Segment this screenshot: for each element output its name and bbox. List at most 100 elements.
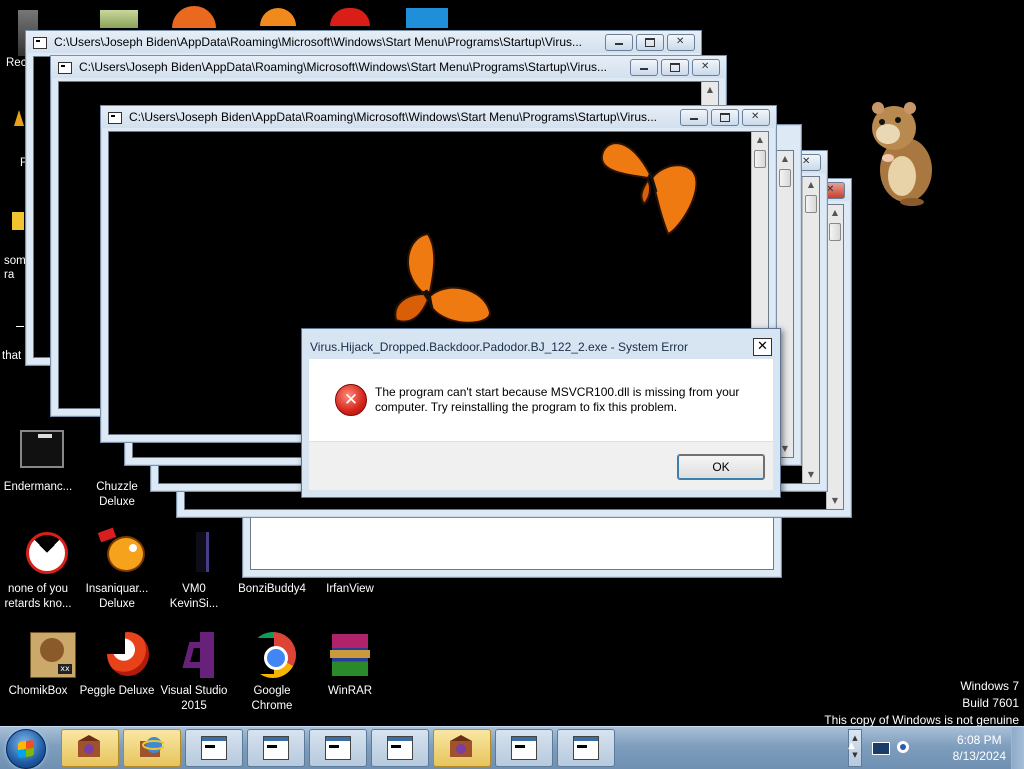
chuzzle-icon xyxy=(93,428,141,476)
desktop-icon-label: Peggle Deluxe xyxy=(79,685,155,697)
watermark-build: Build 7601 xyxy=(962,696,1019,710)
scroll-up-icon[interactable]: ▲ xyxy=(827,205,843,221)
taskbar-button-bonzi[interactable] xyxy=(61,729,119,767)
scroll-thumb[interactable] xyxy=(754,150,766,168)
desktop-icon-bonzibuddy[interactable]: BonziBuddy4 xyxy=(232,530,312,597)
console-icon xyxy=(263,736,289,760)
scroll-thumb[interactable] xyxy=(779,169,791,187)
vertical-scrollbar[interactable]: ▲ ▼ xyxy=(802,177,819,483)
taskbar: ▲ ▼ ▲ 6:08 PM 8/13/2024 xyxy=(0,726,1024,769)
dialog-footer: OK xyxy=(309,441,773,490)
maximize-button[interactable] xyxy=(711,109,739,126)
scroll-up-icon[interactable]: ▲ xyxy=(803,177,819,193)
close-button[interactable] xyxy=(742,109,770,126)
desktop-icon-irfanview[interactable]: IrfanView xyxy=(310,530,390,597)
show-hidden-icons-icon[interactable]: ▲ xyxy=(848,741,855,751)
network-icon[interactable] xyxy=(872,742,890,755)
title-bar[interactable]: C:\Users\Joseph Biden\AppData\Roaming\Mi… xyxy=(101,106,776,128)
taskbar-button-console[interactable] xyxy=(247,729,305,767)
butterfly-icon xyxy=(600,142,698,236)
desktop-icon-top-4[interactable] xyxy=(330,8,370,26)
scroll-thumb[interactable] xyxy=(829,223,841,241)
chomikbox-icon: xx xyxy=(14,632,76,680)
taskbar-button-console[interactable] xyxy=(309,729,367,767)
vertical-scrollbar[interactable]: ▲ ▼ xyxy=(826,205,843,509)
watermark-os: Windows 7 xyxy=(960,679,1019,693)
title-bar[interactable]: C:\Users\Joseph Biden\AppData\Roaming\Mi… xyxy=(51,56,726,78)
bonzi-icon xyxy=(450,735,472,757)
scroll-up-icon[interactable]: ▲ xyxy=(777,151,793,167)
window-title: C:\Users\Joseph Biden\AppData\Roaming\Mi… xyxy=(54,35,582,49)
desktop-icon-top-3[interactable] xyxy=(260,8,296,26)
chrome-icon xyxy=(248,632,296,680)
taskbar-button-ie[interactable] xyxy=(123,729,181,767)
desktop-icon-winrar[interactable]: WinRAR xyxy=(310,632,390,699)
desktop-icon-endermanch[interactable]: Endermanc... xyxy=(0,428,78,495)
desktop-icon-visual-studio[interactable]: Visual Studio 2015 xyxy=(154,632,234,714)
desktop-icon-insaniquarium[interactable]: Insaniquar... Deluxe xyxy=(77,527,157,612)
error-message: The program can't start because MSVCR100… xyxy=(375,385,740,414)
dialog-close-button[interactable]: ✕ xyxy=(753,338,772,356)
minimize-button[interactable] xyxy=(680,109,708,126)
maximize-button[interactable] xyxy=(636,34,664,51)
clock-date: 8/13/2024 xyxy=(952,749,1006,763)
console-icon xyxy=(201,736,227,760)
desktop-icon-none-of-you[interactable]: none of you retards kno... xyxy=(0,530,78,612)
scroll-thumb[interactable] xyxy=(805,195,817,213)
console-icon xyxy=(325,736,351,760)
scroll-up-icon[interactable]: ▲ xyxy=(752,132,768,148)
desktop-icon-label: Endermanc... xyxy=(3,481,73,493)
hamster-icon[interactable] xyxy=(866,98,936,206)
notification-area: ▲ 6:08 PM 8/13/2024 xyxy=(848,727,1024,769)
desktop-icon-chuzzle[interactable]: Chuzzle Deluxe xyxy=(77,428,157,510)
peggle-icon xyxy=(93,632,149,680)
system-error-dialog[interactable]: Virus.Hijack_Dropped.Backdoor.Padodor.BJ… xyxy=(301,328,781,498)
close-button[interactable] xyxy=(667,34,695,51)
desktop-icon-label: VM0 KevinSi... xyxy=(169,583,219,610)
desktop-icon-chrome[interactable]: Google Chrome xyxy=(232,632,312,714)
desktop-icon-top-2[interactable] xyxy=(172,6,216,28)
close-button[interactable] xyxy=(692,59,720,76)
start-button[interactable] xyxy=(6,729,46,769)
desktop-icon-chomikbox[interactable]: xx ChomikBox xyxy=(0,632,78,699)
desktop-icon-label: Visual Studio 2015 xyxy=(160,685,228,712)
console-icon xyxy=(387,736,413,760)
desktop-icon-label: none of you retards kno... xyxy=(4,583,72,610)
desktop-icon-top-1[interactable] xyxy=(100,10,138,28)
volume-icon[interactable] xyxy=(896,739,910,755)
file-icon xyxy=(16,322,24,327)
desktop-icon-peggle[interactable]: Peggle Deluxe xyxy=(77,632,157,699)
taskbar-button-console[interactable] xyxy=(557,729,615,767)
show-desktop-button[interactable] xyxy=(1011,727,1024,769)
taskbar-button-bonzi[interactable] xyxy=(433,729,491,767)
folder-icon xyxy=(12,212,24,230)
minimize-button[interactable] xyxy=(630,59,658,76)
file-icon xyxy=(170,530,218,578)
maximize-button[interactable] xyxy=(661,59,689,76)
console-icon xyxy=(33,37,47,49)
desktop-icon-vm0[interactable]: VM0 KevinSi... xyxy=(154,530,234,612)
desktop-icon-top-5[interactable] xyxy=(406,8,448,28)
desktop-icon-label: Google Chrome xyxy=(251,685,293,712)
taskbar-button-console[interactable] xyxy=(495,729,553,767)
butterfly-icon xyxy=(394,232,491,324)
insaniquarium-icon xyxy=(93,527,145,578)
scroll-up-icon[interactable]: ▲ xyxy=(702,82,718,98)
scroll-down-icon[interactable]: ▼ xyxy=(803,467,819,483)
taskbar-button-console[interactable] xyxy=(185,729,243,767)
taskbar-button-console[interactable] xyxy=(371,729,429,767)
clock[interactable]: 6:08 PM 8/13/2024 xyxy=(953,732,1006,764)
scroll-down-icon[interactable]: ▼ xyxy=(827,493,843,509)
console-icon xyxy=(511,736,537,760)
minimize-button[interactable] xyxy=(605,34,633,51)
console-icon xyxy=(58,62,72,74)
desktop-icon-label: BonziBuddy4 xyxy=(238,583,306,595)
console-icon xyxy=(108,112,122,124)
desktop-icon-label: ChomikBox xyxy=(8,685,68,697)
title-bar[interactable]: C:\Users\Joseph Biden\AppData\Roaming\Mi… xyxy=(26,31,701,53)
ok-button[interactable]: OK xyxy=(677,454,765,480)
bonzi-icon xyxy=(78,735,100,757)
desktop-icon-label: Insaniquar... Deluxe xyxy=(85,583,149,610)
window-title: C:\Users\Joseph Biden\AppData\Roaming\Mi… xyxy=(129,110,657,124)
console-icon xyxy=(573,736,599,760)
